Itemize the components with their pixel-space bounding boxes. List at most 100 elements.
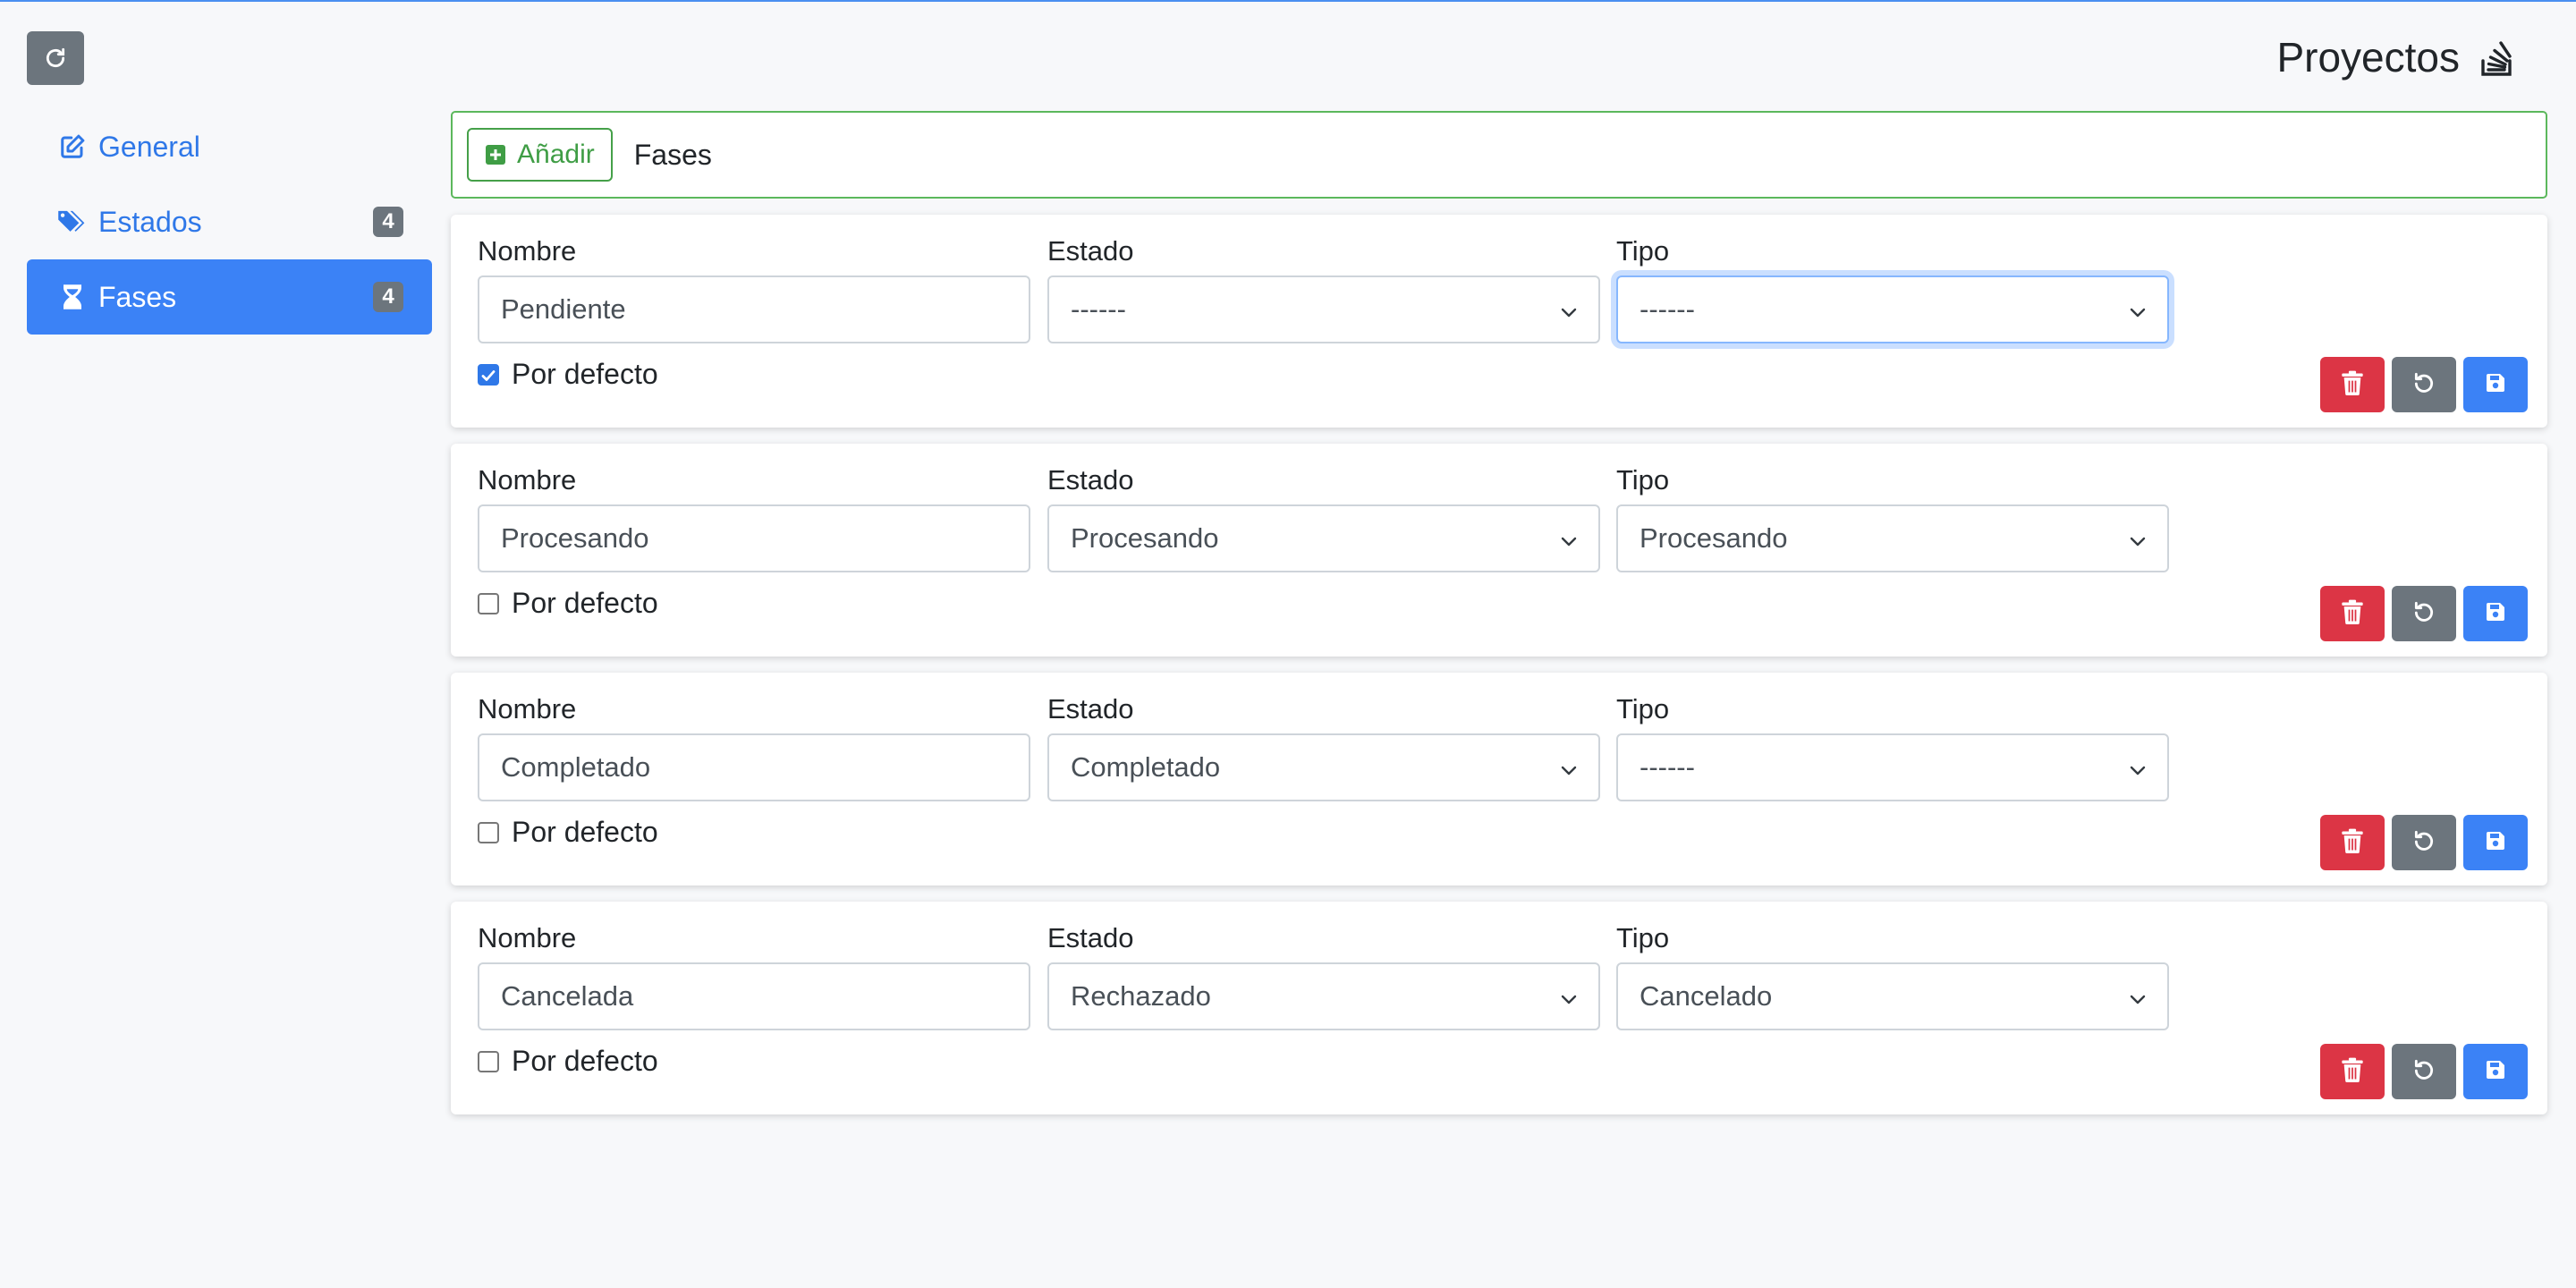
tipo-select[interactable]: Cancelado [1616, 962, 2169, 1030]
input-value: Procesando [501, 522, 649, 554]
plus-square-icon [486, 145, 505, 165]
estado-select[interactable]: Rechazado [1047, 962, 1600, 1030]
checkbox-label: Por defecto [512, 358, 658, 390]
row-actions [2320, 586, 2528, 641]
main-content: Añadir Fases Nombre Pendiente Estado ---… [451, 111, 2547, 1114]
chevron-down-icon [2130, 980, 2146, 1013]
page-title: Proyectos [2276, 29, 2515, 86]
sidebar-item-estados[interactable]: Estados 4 [27, 184, 432, 259]
hourglass-icon [57, 282, 88, 312]
field-label: Nombre [478, 693, 577, 724]
field-label: Estado [1047, 693, 1134, 724]
chevron-down-icon [2130, 293, 2146, 326]
stack-overflow-icon [2481, 41, 2512, 76]
phase-card: Nombre Completado Estado Completado Tipo… [451, 673, 2547, 886]
count-badge: 4 [373, 282, 403, 312]
edit-icon [57, 131, 88, 162]
sidebar-item-label: Estados [98, 205, 202, 238]
undo-icon [2412, 371, 2436, 399]
field-label: Nombre [478, 464, 577, 496]
select-value: Procesando [1071, 522, 1219, 554]
input-value: Cancelada [501, 980, 634, 1012]
select-value: Procesando [1640, 522, 1788, 554]
tipo-field: Tipo ------ [1616, 234, 2169, 343]
refresh-icon [46, 47, 65, 68]
refresh-button[interactable] [27, 31, 84, 85]
delete-button[interactable] [2320, 1044, 2385, 1099]
save-button[interactable] [2463, 1044, 2528, 1099]
chevron-down-icon [1561, 522, 1577, 555]
field-label: Tipo [1616, 693, 1670, 724]
trash-icon [2341, 599, 2364, 629]
field-label: Tipo [1616, 922, 1670, 953]
default-checkbox-row: Por defecto [478, 1045, 658, 1078]
sidebar-item-fases[interactable]: Fases 4 [27, 259, 432, 335]
sidebar-item-label: Fases [98, 280, 177, 313]
estado-field: Estado ------ [1047, 234, 1600, 343]
delete-button[interactable] [2320, 357, 2385, 412]
checkbox-label: Por defecto [512, 587, 658, 619]
delete-button[interactable] [2320, 815, 2385, 870]
field-label: Nombre [478, 235, 577, 267]
nombre-input[interactable]: Pendiente [478, 275, 1030, 343]
reset-button[interactable] [2392, 815, 2456, 870]
select-value: Rechazado [1071, 980, 1211, 1012]
trash-icon [2341, 828, 2364, 858]
nombre-field: Nombre Procesando [478, 463, 1030, 572]
default-checkbox-row: Por defecto [478, 816, 658, 849]
nombre-input[interactable]: Cancelada [478, 962, 1030, 1030]
page-title-text: Proyectos [2276, 34, 2460, 80]
tipo-field: Tipo Cancelado [1616, 921, 2169, 1030]
select-value: ------ [1640, 751, 1695, 783]
sidebar-item-general[interactable]: General [27, 109, 432, 184]
estado-field: Estado Rechazado [1047, 921, 1600, 1030]
reset-button[interactable] [2392, 586, 2456, 641]
save-button[interactable] [2463, 586, 2528, 641]
default-checkbox[interactable] [478, 592, 499, 614]
checkbox-label: Por defecto [512, 816, 658, 848]
section-title: Fases [633, 138, 712, 171]
default-checkbox[interactable] [478, 1050, 499, 1072]
row-actions [2320, 815, 2528, 870]
trash-icon [2341, 370, 2364, 400]
estado-field: Estado Completado [1047, 692, 1600, 801]
field-label: Tipo [1616, 464, 1670, 496]
nombre-input[interactable]: Procesando [478, 504, 1030, 572]
estado-select[interactable]: Procesando [1047, 504, 1600, 572]
undo-icon [2412, 1058, 2436, 1086]
default-checkbox[interactable] [478, 363, 499, 386]
add-button-label: Añadir [517, 140, 595, 169]
estado-select[interactable]: Completado [1047, 733, 1600, 801]
nombre-field: Nombre Completado [478, 692, 1030, 801]
reset-button[interactable] [2392, 357, 2456, 412]
save-icon [2485, 372, 2506, 398]
input-value: Completado [501, 751, 651, 783]
select-value: ------ [1640, 293, 1695, 325]
count-badge: 4 [373, 207, 403, 237]
phase-card: Nombre Pendiente Estado ------ Tipo ----… [451, 215, 2547, 428]
field-label: Estado [1047, 922, 1134, 953]
tipo-select[interactable]: Procesando [1616, 504, 2169, 572]
save-button[interactable] [2463, 357, 2528, 412]
check-icon [480, 358, 496, 391]
select-value: Completado [1071, 751, 1221, 783]
undo-icon [2412, 600, 2436, 628]
estado-select[interactable]: ------ [1047, 275, 1600, 343]
save-icon [2485, 601, 2506, 627]
sidebar: General Estados 4 Fases 4 [27, 109, 432, 335]
phase-card: Nombre Procesando Estado Procesando Tipo… [451, 444, 2547, 657]
save-button[interactable] [2463, 815, 2528, 870]
top-accent-line [0, 0, 2576, 2]
nombre-input[interactable]: Completado [478, 733, 1030, 801]
add-phase-button[interactable]: Añadir [467, 128, 613, 182]
nombre-field: Nombre Pendiente [478, 234, 1030, 343]
reset-button[interactable] [2392, 1044, 2456, 1099]
row-actions [2320, 357, 2528, 412]
default-checkbox-row: Por defecto [478, 358, 658, 391]
tipo-select[interactable]: ------ [1616, 275, 2169, 343]
delete-button[interactable] [2320, 586, 2385, 641]
field-label: Tipo [1616, 235, 1670, 267]
checkbox-label: Por defecto [512, 1045, 658, 1077]
tipo-select[interactable]: ------ [1616, 733, 2169, 801]
default-checkbox[interactable] [478, 821, 499, 843]
